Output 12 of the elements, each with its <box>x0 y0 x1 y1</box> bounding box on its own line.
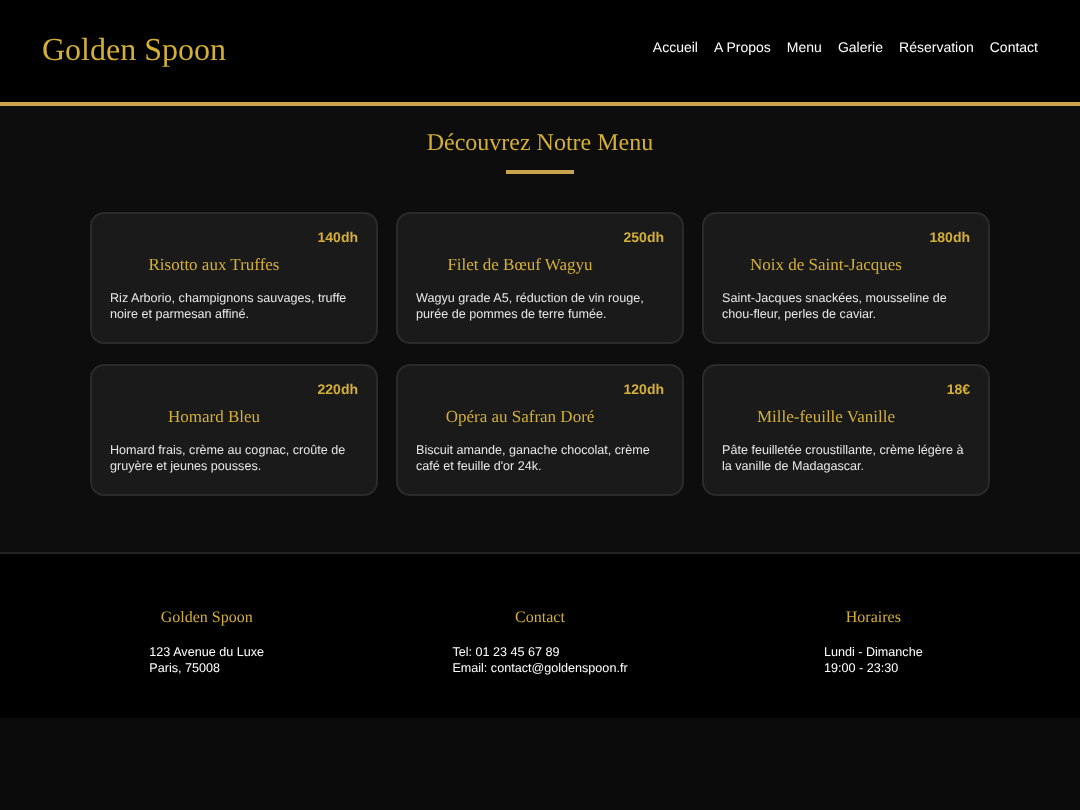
dish-name: Opéra au Safran Doré <box>445 403 595 429</box>
title-divider <box>506 170 574 174</box>
section-title: Découvrez Notre Menu <box>426 126 654 160</box>
footer-heading: Golden Spoon <box>160 606 253 630</box>
site-logo[interactable]: Golden Spoon <box>42 27 226 75</box>
dish-name: Noix de Saint-Jacques <box>749 251 902 277</box>
dish-name: Filet de Bœuf Wagyu <box>447 251 593 277</box>
footer-heading: Horaires <box>845 606 901 630</box>
dish-name: Risotto aux Truffes <box>148 251 280 277</box>
dish-name: Homard Bleu <box>167 403 261 429</box>
footer-heading: Contact <box>515 606 565 630</box>
dish-name: Mille-feuille Vanille <box>756 403 895 429</box>
